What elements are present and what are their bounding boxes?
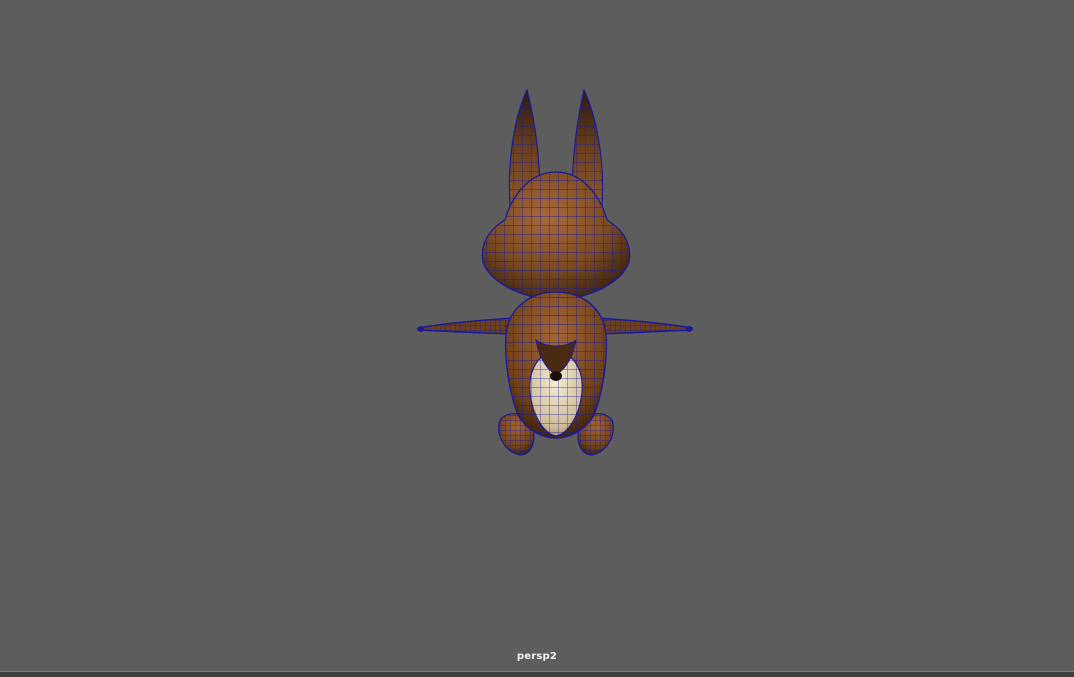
camera-name-label: persp2	[516, 651, 558, 662]
viewport-bottom-border	[0, 671, 1074, 677]
character-model[interactable]	[0, 0, 1074, 671]
left-arm	[417, 317, 516, 335]
3d-viewport[interactable]: persp2	[0, 0, 1074, 671]
right-arm	[596, 317, 693, 335]
head	[481, 171, 631, 301]
